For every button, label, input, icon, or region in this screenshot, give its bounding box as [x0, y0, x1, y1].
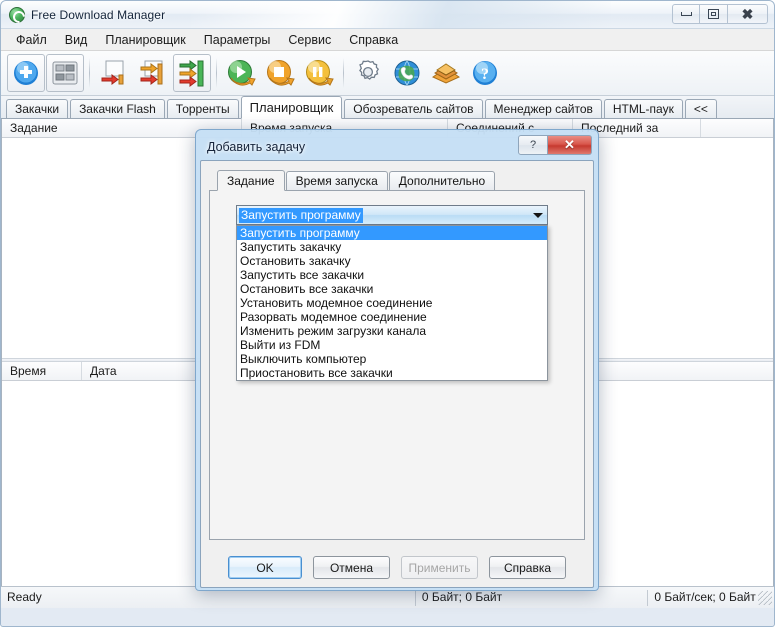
tab-site-explorer[interactable]: Обозреватель сайтов — [344, 99, 483, 118]
combobox-selected-value: Запустить программу — [239, 207, 363, 223]
ok-button[interactable]: OK — [228, 556, 302, 579]
dialog-button-row: OK Отмена Применить Справка — [201, 556, 593, 579]
combobox-option-5[interactable]: Установить модемное соединение — [237, 296, 547, 310]
main-tab-strip: Закачки Закачки Flash Торренты Планировщ… — [1, 96, 774, 119]
tab-downloads[interactable]: Закачки — [6, 99, 69, 118]
tab-scheduler[interactable]: Планировщик — [240, 96, 343, 119]
gear-icon — [359, 60, 380, 80]
combobox-option-1[interactable]: Запустить закачку — [237, 240, 547, 254]
menu-item-scheduler[interactable]: Планировщик — [96, 30, 194, 50]
dialog-controls: ? ✕ — [518, 135, 592, 155]
combobox-option-10[interactable]: Приостановить все закачки — [237, 366, 547, 380]
move-all-button[interactable] — [173, 54, 211, 92]
pause-yellow-icon — [306, 60, 334, 86]
help-button[interactable]: ? — [466, 54, 504, 92]
dialog-tab-strip: Задание Время запуска Дополнительно — [209, 169, 585, 191]
cancel-button[interactable]: Отмена — [313, 556, 390, 579]
toolbar-separator-3 — [343, 58, 344, 88]
window-title: Free Download Manager — [31, 7, 166, 22]
menu-item-view[interactable]: Вид — [56, 30, 97, 50]
status-speed: 0 Байт/сек; 0 Байт — [654, 590, 756, 604]
combobox-option-3[interactable]: Запустить все закачки — [237, 268, 547, 282]
add-download-button[interactable] — [7, 54, 45, 92]
address-book-button[interactable] — [427, 54, 465, 92]
tab-html-spider[interactable]: HTML-паук — [603, 99, 683, 118]
resize-grip-icon[interactable] — [758, 590, 773, 605]
fdm-logo-icon — [9, 6, 25, 23]
properties-button[interactable] — [46, 54, 84, 92]
combobox-option-8[interactable]: Выйти из FDM — [237, 338, 547, 352]
grid-blocks-icon — [52, 61, 78, 85]
pause-download-button[interactable] — [300, 54, 338, 92]
apply-button: Применить — [401, 556, 478, 579]
settings-button[interactable] — [349, 54, 387, 92]
close-button[interactable]: ✖ — [728, 4, 768, 24]
toolbar-separator-2 — [216, 58, 217, 88]
combobox-option-2[interactable]: Остановить закачку — [237, 254, 547, 268]
tab-site-manager[interactable]: Менеджер сайтов — [484, 99, 602, 118]
book-icon — [431, 63, 461, 84]
combobox-option-7[interactable]: Изменить режим загрузки канала — [237, 324, 547, 338]
help-button[interactable]: Справка — [489, 556, 566, 579]
tab-overflow[interactable]: << — [684, 99, 717, 118]
start-green-arrow-icon — [228, 60, 256, 86]
svg-text:?: ? — [481, 66, 489, 83]
add-task-dialog: Добавить задачу ? ✕ Задание Время запуск… — [195, 129, 599, 591]
combobox-closed-field[interactable]: Запустить программу — [236, 205, 548, 225]
task-action-combobox[interactable]: Запустить программу Запустить программу … — [236, 205, 548, 381]
dialog-title: Добавить задачу — [207, 140, 306, 154]
dialog-title-bar: Добавить задачу ? ✕ — [200, 134, 594, 160]
dialog-help-button[interactable]: ? — [518, 135, 548, 155]
dialog-body: Задание Время запуска Дополнительно Запу… — [200, 160, 594, 588]
title-bar: Free Download Manager ✖ — [1, 1, 774, 29]
close-icon: ✖ — [741, 6, 754, 22]
dialog-tab-task[interactable]: Задание — [217, 170, 285, 191]
menu-item-file[interactable]: Файл — [7, 30, 56, 50]
toolbar: ? — [1, 51, 774, 96]
menu-item-service[interactable]: Сервис — [279, 30, 340, 50]
minimize-button[interactable] — [672, 4, 700, 24]
column-date[interactable]: Дата — [82, 362, 202, 380]
dialog-tab-page-task: Запустить программу Запустить программу … — [209, 190, 585, 540]
arrow-move-down-icon — [140, 60, 163, 85]
combobox-dropdown-list[interactable]: Запустить программу Запустить закачку Ос… — [236, 225, 548, 381]
stop-download-button[interactable] — [261, 54, 299, 92]
chevron-down-icon[interactable] — [533, 213, 543, 218]
start-download-button[interactable] — [222, 54, 260, 92]
maximize-icon — [708, 9, 719, 19]
combobox-option-4[interactable]: Остановить все закачки — [237, 282, 547, 296]
menu-bar: Файл Вид Планировщик Параметры Сервис Сп… — [1, 29, 774, 51]
maximize-button[interactable] — [700, 4, 728, 24]
menu-item-help[interactable]: Справка — [340, 30, 407, 50]
arrow-to-disk-icon — [101, 60, 124, 85]
dialog-close-button[interactable]: ✕ — [548, 135, 592, 155]
dialog-tab-schedule[interactable]: Время запуска — [285, 171, 388, 190]
download-to-disk-button[interactable] — [95, 54, 133, 92]
combobox-option-0[interactable]: Запустить программу — [237, 226, 547, 240]
application-window: Free Download Manager ✖ Файл Вид Планиро… — [0, 0, 775, 627]
arrows-move-all-icon — [179, 60, 204, 87]
toolbar-separator-1 — [89, 58, 90, 88]
column-time[interactable]: Время — [2, 362, 82, 380]
plus-circle-icon — [14, 61, 38, 85]
globe-phone-icon — [394, 60, 420, 86]
move-down-button[interactable] — [134, 54, 172, 92]
minimize-icon — [680, 12, 692, 16]
window-controls: ✖ — [672, 4, 768, 24]
question-circle-icon: ? — [473, 61, 497, 85]
dialog-tab-advanced[interactable]: Дополнительно — [388, 171, 496, 190]
remote-control-button[interactable] — [388, 54, 426, 92]
combobox-option-6[interactable]: Разорвать модемное соединение — [237, 310, 547, 324]
combobox-option-9[interactable]: Выключить компьютер — [237, 352, 547, 366]
menu-item-options[interactable]: Параметры — [195, 30, 280, 50]
tab-flash-downloads[interactable]: Закачки Flash — [70, 99, 165, 118]
titlebar-glass-sheen — [191, 1, 611, 28]
tab-torrents[interactable]: Торренты — [166, 99, 239, 118]
stop-orange-square-icon — [267, 60, 295, 86]
